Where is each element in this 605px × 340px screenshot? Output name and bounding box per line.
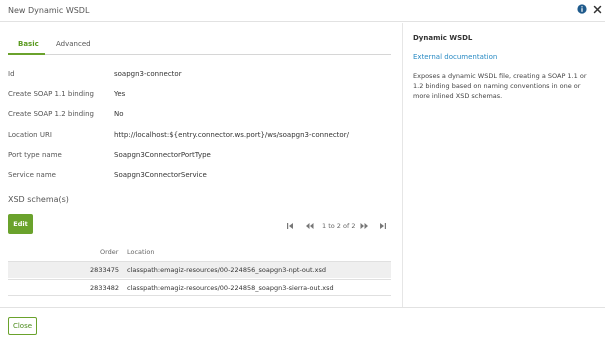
tab-advanced[interactable]: Advanced [56, 40, 91, 48]
dialog-header: New Dynamic WSDL [0, 0, 605, 22]
column-header-location[interactable]: Location [127, 248, 155, 256]
info-icon[interactable] [577, 4, 587, 14]
cell-order: 2833475 [90, 266, 119, 274]
edit-button[interactable]: Edit [8, 214, 33, 234]
first-page-icon[interactable] [286, 221, 294, 231]
dialog-footer: Close [0, 307, 605, 340]
field-value-soap11: Yes [114, 90, 126, 98]
field-value-service-name: Soapgn3ConnectorService [114, 171, 207, 179]
tab-bar: Basic Advanced [8, 35, 391, 55]
field-label-soap12: Create SOAP 1.2 binding [8, 110, 94, 118]
field-label-location-uri: Location URI [8, 131, 52, 139]
active-tab-indicator [8, 53, 45, 55]
field-label-soap11: Create SOAP 1.1 binding [8, 90, 94, 98]
prev-page-icon[interactable] [305, 221, 314, 231]
external-documentation-link[interactable]: External documentation [413, 53, 497, 61]
pager-text: 1 to 2 of 2 [322, 222, 356, 230]
tab-basic[interactable]: Basic [18, 40, 39, 48]
close-icon[interactable] [592, 4, 602, 14]
column-header-order[interactable]: Order [100, 248, 118, 256]
cell-location: classpath:emagiz-resources/00-224856_soa… [127, 266, 327, 274]
field-value-location-uri: http://localhost:${entry.connector.ws.po… [114, 131, 349, 139]
field-label-port-type-name: Port type name [8, 151, 62, 159]
help-description: Exposes a dynamic WSDL file, creating a … [413, 72, 587, 100]
field-label-id: Id [8, 70, 15, 78]
help-side-panel: Dynamic WSDL External documentation Expo… [402, 23, 605, 307]
field-value-port-type-name: Soapgn3ConnectorPortType [114, 151, 211, 159]
close-button[interactable]: Close [8, 317, 37, 335]
field-value-soap12: No [114, 110, 124, 118]
dialog-title: New Dynamic WSDL [8, 6, 90, 15]
help-title: Dynamic WSDL [413, 34, 473, 42]
cell-location: classpath:emagiz-resources/00-224858_soa… [127, 284, 334, 292]
xsd-section-title: XSD schema(s) [8, 195, 69, 204]
table-row[interactable]: 2833482 classpath:emagiz-resources/00-22… [8, 279, 391, 296]
cell-order: 2833482 [90, 284, 119, 292]
main-panel: Basic Advanced Id soapgn3-connector Crea… [0, 23, 401, 307]
field-value-id: soapgn3-connector [114, 70, 182, 78]
table-row[interactable]: 2833475 classpath:emagiz-resources/00-22… [8, 261, 391, 278]
last-page-icon[interactable] [379, 221, 387, 231]
next-page-icon[interactable] [360, 221, 369, 231]
field-label-service-name: Service name [8, 171, 56, 179]
